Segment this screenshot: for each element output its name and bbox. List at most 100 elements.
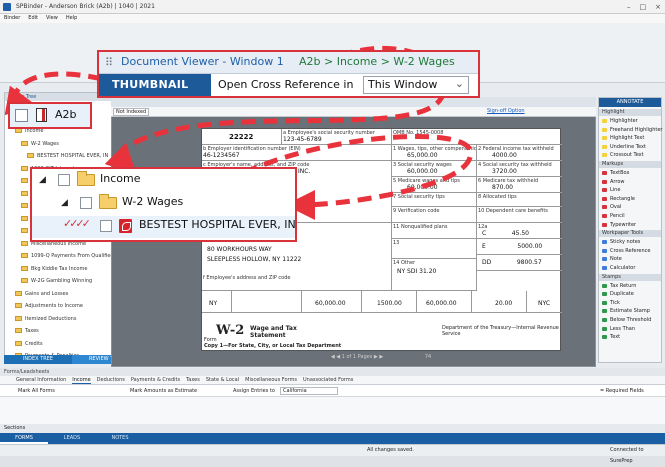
mark-estimate-checkbox[interactable]: Mark Amounts as Estimate [130,385,197,397]
forms-leadsheets-bar[interactable]: Forms/Leadsheets [0,368,665,376]
annotate-tool[interactable]: Typewriter [599,221,661,229]
annotate-tool[interactable]: Highlighter [599,117,661,125]
tool-icon [602,153,607,158]
w2-box16-value: 60,000.00 [315,300,346,307]
annotate-tool-label: Less Than [610,325,636,332]
w2-box18-cell: 60,000.00 [417,291,472,313]
annotate-section-header[interactable]: Workpaper Tools [599,230,661,238]
annotate-tool[interactable]: Note [599,255,661,263]
w2-wages-checkbox[interactable] [80,197,92,209]
annotate-tool[interactable]: Arrow [599,178,661,186]
cross-reference-window-select[interactable]: This Window ⌄ [363,76,469,94]
tab-leads[interactable]: LEADS [48,433,96,444]
tree-row-w2-wages[interactable]: ◢ W-2 Wages [32,193,295,215]
annotate-tool[interactable]: Text [599,333,661,341]
page-nav-controls[interactable]: ◀ ◀ 1 of 1 Pages ▶ ▶ [331,354,383,360]
document-checkbox[interactable] [100,220,112,232]
tab-state-local[interactable]: State & Local [206,376,239,384]
menu-binder[interactable]: Binder [4,14,20,23]
menu-edit[interactable]: Edit [28,14,38,23]
annotate-tool[interactable]: Tax Return [599,282,661,290]
annotate-tool[interactable]: Oval [599,203,661,211]
page-navigation[interactable]: ◀ ◀ 1 of 1 Pages ▶ ▶ 74 [201,352,561,362]
tab-index-tree[interactable]: INDEX TREE [4,355,72,364]
expand-triangle-icon[interactable]: ◢ [61,198,68,208]
annotate-tool[interactable]: Less Than [599,325,661,333]
w2-box11-label: 11 Nonqualified plans [393,224,448,230]
minimize-icon[interactable]: – [627,0,631,14]
tab-general-information[interactable]: General Information [16,376,66,384]
mark-all-forms-checkbox[interactable]: Mark All Forms [18,385,55,397]
binder-tree-callout: ◢ Income ◢ W-2 Wages ✓✓✓✓ BESTEST HOSPIT… [30,167,297,242]
tab-thumbnail[interactable]: THUMBNAIL [99,74,211,96]
tool-icon [602,222,607,227]
annotate-tool[interactable]: Duplicate [599,290,661,298]
annotate-tool[interactable]: Sticky notes [599,238,661,246]
tab-notes[interactable]: NOTES [96,433,144,444]
binder-root-checkbox[interactable] [15,109,28,122]
expand-triangle-icon[interactable]: ◢ [39,175,46,185]
tab-income[interactable]: Income [72,376,91,384]
app-logo-icon [3,3,11,11]
w2-box2-label: 2 Federal income tax withheld [478,146,554,152]
zoom-level[interactable]: 74 [425,354,431,360]
annotate-section-header[interactable]: Highlight [599,109,661,116]
folder-icon [21,165,28,171]
tab-forms[interactable]: FORMS [0,433,48,444]
signoff-option-link[interactable]: Sign-off Option [487,108,525,114]
tree-item-label: W-2 Wages [31,140,59,147]
index-filter-select[interactable]: Not Indexed [113,108,149,116]
w2-box13-cell: 13 [392,239,477,259]
maximize-icon[interactable]: □ [640,0,647,14]
tab-taxes[interactable]: Taxes [186,376,200,384]
annotate-tool[interactable]: Freehand Highlighter [599,126,662,134]
income-checkbox[interactable] [58,174,70,186]
annotate-tool[interactable]: TextBox [599,169,661,177]
tab-deductions[interactable]: Deductions [97,376,125,384]
tab-unassociated-forms[interactable]: Unassociated Forms [303,376,353,384]
w2-treasury-line: Department of the Treasury—Internal Reve… [442,325,559,337]
annotate-tool[interactable]: Below Threshold [599,316,661,324]
viewer-header-callout: ⠿ Document Viewer - Window 1 A2b > Incom… [97,50,480,98]
annotate-tool[interactable]: Tick [599,299,661,307]
annotate-tool[interactable]: Highlight Text [599,134,661,142]
w2-omb-label: OMB No. 1545-0008 [393,130,444,136]
annotate-section-header[interactable]: Markups [599,161,661,168]
annotate-section-header[interactable]: Stamps [599,273,661,281]
tab-miscellaneous-forms[interactable]: Miscellaneous Forms [245,376,297,384]
annotate-tool[interactable]: Calculator [599,264,661,272]
assign-entries-select[interactable]: California [280,387,338,395]
annotate-tool[interactable]: Line [599,186,661,194]
annotate-tool[interactable]: Crossout Text [599,151,661,159]
breadcrumb[interactable]: A2b > Income > W-2 Wages [299,55,455,68]
forms-tab-strip: General Information Income Deductions Pa… [0,376,665,385]
annotate-tool[interactable]: Estimate Stamp [599,307,661,315]
tree-row-document[interactable]: ✓✓✓✓ BESTEST HOSPITAL EVER, IN [32,216,296,238]
w2-box7-label: 7 Social security tips [393,194,445,200]
w2-ein-value: 46-1234567 [203,152,240,159]
tool-icon [602,144,607,149]
annotate-tool[interactable]: Cross Reference [599,247,661,255]
binder-root-label[interactable]: A2b [55,108,77,121]
annotate-tool-label: Cross Reference [610,247,651,254]
drag-grip-icon[interactable]: ⠿ [105,56,113,69]
w2-control-box: 22222 [202,129,282,145]
annotate-tool[interactable]: Underline Text [599,143,661,151]
folder-icon [21,253,28,258]
tool-icon [602,240,607,245]
menu-view[interactable]: View [46,14,58,23]
tree-row-income[interactable]: ◢ Income [32,170,295,192]
tree-item-label: Taxes [25,328,39,334]
folder-icon [21,278,28,283]
annotate-tool[interactable]: Pencil [599,212,661,220]
tab-payments-credits[interactable]: Payments & Credits [131,376,180,384]
w2-form-subtitle: Wage and Tax Statement [250,325,297,339]
sections-bar[interactable]: Sections [0,424,665,433]
annotate-tool-label: Highlight Text [610,135,645,142]
annotate-tool[interactable]: Rectangle [599,195,661,203]
menu-help[interactable]: Help [66,14,77,23]
annotate-tool-label: Sticky notes [610,239,641,246]
w2-box2-value: 4000.00 [492,152,517,159]
close-icon[interactable]: × [655,0,661,14]
tree-item-label: Adjustments to Income [25,303,83,309]
